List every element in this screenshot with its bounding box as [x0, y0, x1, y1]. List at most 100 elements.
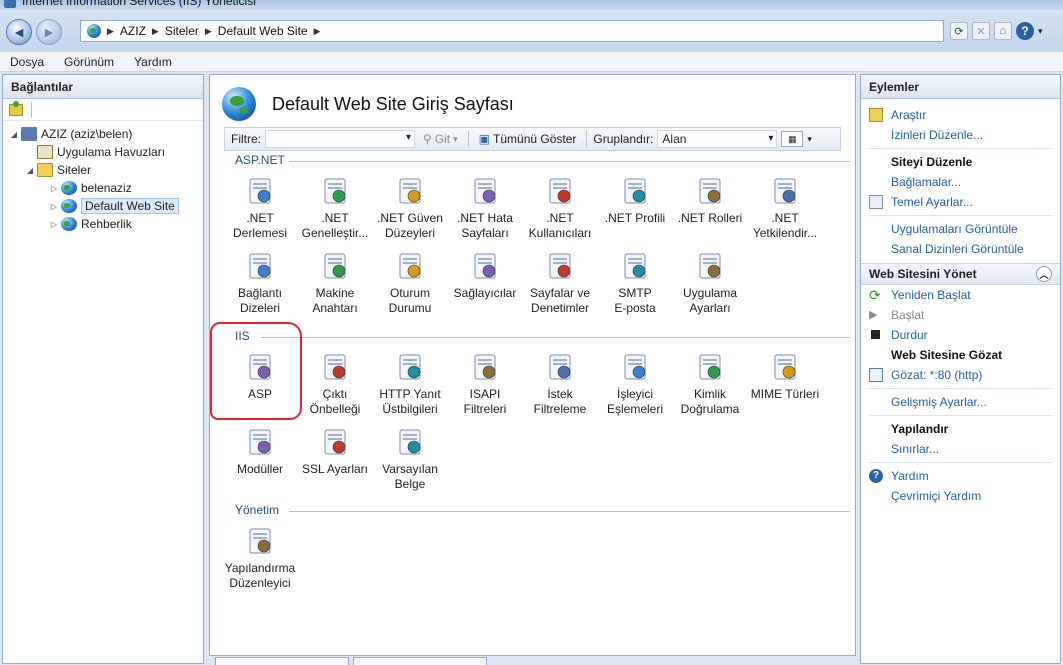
back-button[interactable]: ◄	[6, 19, 32, 45]
feature-mime-types[interactable]: MIME Türleri	[747, 351, 823, 402]
breadcrumb-server[interactable]: AZIZ	[120, 24, 146, 38]
feature-ssl-settings[interactable]: SSL Ayarları	[297, 426, 373, 477]
view-toggle-icon[interactable]: ▦	[781, 131, 804, 147]
section-title[interactable]: ASP.NET	[235, 153, 285, 167]
menu-file[interactable]: Dosya	[10, 55, 44, 69]
home-icon[interactable]: ⌂	[994, 22, 1012, 40]
feature-config-editor[interactable]: Yapılandırma Düzenleyici	[222, 525, 298, 591]
feature-app-settings[interactable]: Uygulama Ayarları	[672, 250, 748, 316]
feature-label: Belge	[394, 477, 426, 491]
feature-default-document[interactable]: Varsayılan Belge	[372, 426, 448, 492]
group-by-label: Gruplandır:	[593, 132, 654, 146]
net-profile-icon	[619, 175, 651, 207]
feature-label: .NET Güven	[377, 211, 443, 225]
action-bindings[interactable]: Bağlamalar...	[861, 172, 1060, 192]
show-all-button[interactable]: ▣ Tümünü Göster	[475, 132, 581, 146]
feature-net-error-pages[interactable]: .NET Hata Sayfaları	[447, 175, 523, 241]
action-online-help[interactable]: Çevrimiçi Yardım	[861, 486, 1060, 506]
feature-pages-controls[interactable]: Sayfalar ve Denetimler	[522, 250, 598, 316]
feature-net-users[interactable]: .NET Kullanıcıları	[522, 175, 598, 241]
feature-net-compilation[interactable]: .NET Derlemesi	[222, 175, 298, 241]
collapse-icon[interactable]: ︿	[1036, 266, 1052, 282]
menu-view[interactable]: Görünüm	[64, 55, 114, 69]
action-stop[interactable]: Durdur	[861, 325, 1060, 345]
action-help[interactable]: ? Yardım	[861, 466, 1060, 486]
feature-connection-strings[interactable]: Bağlantı Dizeleri	[222, 250, 298, 316]
feature-http-headers[interactable]: HTTP Yanıt Üstbilgileri	[372, 351, 448, 417]
feature-label: Eşlemeleri	[606, 402, 663, 416]
address-bar[interactable]: ▶ AZIZ ▶ Siteler ▶ Default Web Site ▶	[80, 20, 944, 42]
tree-node-sites[interactable]: ◢ Siteler	[3, 161, 203, 179]
breadcrumb-site[interactable]: Default Web Site	[218, 24, 308, 38]
chevron-down-icon[interactable]: ▾	[1038, 26, 1043, 37]
app-settings-icon	[694, 250, 726, 282]
expand-toggle[interactable]: ◢	[25, 166, 35, 175]
feature-net-roles[interactable]: .NET Rolleri	[672, 175, 748, 226]
net-compilation-icon	[244, 175, 276, 207]
feature-net-profile[interactable]: .NET Profili	[597, 175, 673, 226]
help-icon[interactable]: ?	[1016, 22, 1034, 40]
action-view-virtual-dirs[interactable]: Sanal Dizinleri Görüntüle	[861, 239, 1060, 259]
expand-toggle[interactable]: ▷	[49, 220, 59, 229]
feature-net-globalization[interactable]: .NET Genelleştir...	[297, 175, 373, 241]
stop-icon[interactable]: ✕	[972, 22, 990, 40]
tree-node-server[interactable]: ◢ AZIZ (aziz\belen)	[3, 125, 203, 143]
toolbar-divider	[31, 101, 32, 118]
section-title[interactable]: Yönetim	[235, 503, 279, 517]
connect-icon[interactable]	[9, 100, 23, 116]
machine-key-icon	[319, 250, 351, 282]
feature-handler-mappings[interactable]: İşleyici Eşlemeleri	[597, 351, 673, 417]
manage-site-header[interactable]: Web Sitesini Yönet ︿	[861, 263, 1060, 285]
output-cache-icon	[319, 351, 351, 383]
action-browse[interactable]: Gözat: *:80 (http)	[861, 365, 1060, 385]
action-advanced-settings[interactable]: Gelişmiş Ayarlar...	[861, 392, 1060, 412]
feature-request-filtering[interactable]: İstek Filtreleme	[522, 351, 598, 417]
feature-label: .NET Hata	[457, 211, 513, 225]
tree-node-site[interactable]: ▷ Default Web Site	[3, 197, 203, 215]
chevron-right-icon: ▶	[204, 25, 212, 36]
tree-label: Uygulama Havuzları	[57, 145, 166, 159]
action-explore[interactable]: Araştır	[861, 105, 1060, 125]
action-restart[interactable]: ⟳ Yeniden Başlat	[861, 285, 1060, 305]
tree-node-site[interactable]: ▷ Rehberlik	[3, 215, 203, 233]
feature-label: Denetimler	[530, 301, 590, 315]
feature-modules[interactable]: Modüller	[222, 426, 298, 477]
action-start[interactable]: ▶ Başlat	[861, 305, 1060, 325]
feature-authentication[interactable]: Kimlik Doğrulama	[672, 351, 748, 417]
tree-node-app-pools[interactable]: Uygulama Havuzları	[3, 143, 203, 161]
filter-input[interactable]	[265, 130, 415, 148]
feature-isapi-filters[interactable]: ISAPI Filtreleri	[447, 351, 523, 417]
expand-toggle[interactable]: ◢	[9, 130, 19, 139]
feature-output-cache[interactable]: Çıktı Önbelleği	[297, 351, 373, 417]
explore-icon	[869, 108, 883, 122]
feature-machine-key[interactable]: Makine Anahtarı	[297, 250, 373, 316]
expand-toggle[interactable]: ▷	[49, 202, 59, 211]
feature-providers[interactable]: Sağlayıcılar	[447, 250, 523, 301]
feature-net-trust-levels[interactable]: .NET Güven Düzeyleri	[372, 175, 448, 241]
chevron-right-icon: ▶	[107, 25, 114, 36]
feature-smtp-email[interactable]: SMTP E-posta	[597, 250, 673, 316]
feature-label: Ayarları	[689, 301, 731, 315]
divider	[869, 415, 1052, 416]
action-limits[interactable]: Sınırlar...	[861, 439, 1060, 459]
basic-settings-icon	[869, 195, 883, 209]
feature-session-state[interactable]: Oturum Durumu	[372, 250, 448, 316]
go-button[interactable]: ⚲ Git ▾	[419, 132, 462, 146]
connection-strings-icon	[244, 250, 276, 282]
action-basic-settings[interactable]: Temel Ayarlar...	[861, 192, 1060, 212]
expand-toggle[interactable]: ▷	[49, 184, 59, 193]
action-edit-permissions[interactable]: İzinleri Düzenle...	[861, 125, 1060, 145]
tree-label: Siteler	[57, 163, 92, 177]
menu-help[interactable]: Yardım	[134, 55, 172, 69]
actions-panel: Eylemler Araştır İzinleri Düzenle... Sit…	[860, 74, 1061, 664]
tree-node-site[interactable]: ▷ belenaziz	[3, 179, 203, 197]
feature-net-authorization[interactable]: .NET Yetkilendir...	[747, 175, 823, 241]
action-view-applications[interactable]: Uygulamaları Görüntüle	[861, 219, 1060, 239]
ssl-settings-icon	[319, 426, 351, 458]
forward-button[interactable]: ►	[36, 19, 62, 45]
connections-toolbar	[3, 99, 203, 121]
chevron-down-icon[interactable]: ▾	[807, 134, 812, 145]
breadcrumb-sites[interactable]: Siteler	[165, 24, 199, 38]
group-by-select[interactable]: Alan	[657, 130, 778, 148]
refresh-icon[interactable]: ⟳	[950, 22, 968, 40]
